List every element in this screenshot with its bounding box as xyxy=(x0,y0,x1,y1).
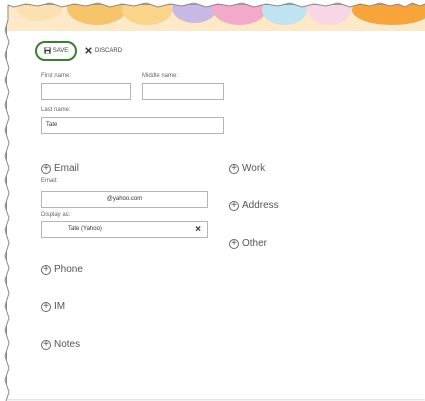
banner-blob xyxy=(122,5,172,25)
banner-blob xyxy=(67,5,127,25)
im-section-label: IM xyxy=(54,301,66,312)
plus-circle-icon: + xyxy=(229,200,239,211)
notes-section-label: Notes xyxy=(54,339,81,350)
email-field[interactable]: @yahoo.com xyxy=(41,191,208,208)
middle-name-label: Middle name: xyxy=(142,73,179,79)
last-name-label: Last name: xyxy=(41,107,71,113)
plus-circle-icon: + xyxy=(229,238,239,249)
floppy-disk-icon xyxy=(44,46,51,56)
display-as-label: Display as: xyxy=(41,212,71,218)
middle-name-field[interactable] xyxy=(142,83,224,100)
last-name-field[interactable]: Tate xyxy=(41,117,224,134)
save-label: SAVE xyxy=(52,48,69,54)
add-email-button[interactable]: + Email xyxy=(41,163,79,174)
banner-blob xyxy=(17,5,62,21)
plus-circle-icon: + xyxy=(41,264,51,275)
plus-circle-icon: + xyxy=(229,163,239,174)
first-name-field[interactable] xyxy=(41,83,131,100)
save-button[interactable]: SAVE xyxy=(35,41,77,61)
add-notes-button[interactable]: + Notes xyxy=(41,339,80,350)
add-other-button[interactable]: + Other xyxy=(229,238,267,249)
other-section-label: Other xyxy=(242,238,268,249)
phone-section-label: Phone xyxy=(54,264,83,275)
add-im-button[interactable]: + IM xyxy=(41,301,65,312)
display-as-field[interactable]: Tate (Yahoo) × xyxy=(41,221,208,238)
first-name-label: First name: xyxy=(41,73,72,79)
close-icon xyxy=(85,46,92,56)
plus-circle-icon: + xyxy=(41,163,51,174)
address-section-label: Address xyxy=(242,200,279,211)
email-section-label: Email xyxy=(54,163,80,174)
plus-circle-icon: + xyxy=(41,339,51,350)
banner-blob xyxy=(307,5,352,25)
plus-circle-icon: + xyxy=(41,301,51,312)
email-label: Email: xyxy=(41,178,58,184)
decorative-banner xyxy=(7,5,425,31)
add-phone-button[interactable]: + Phone xyxy=(41,264,83,275)
banner-blob xyxy=(262,5,307,25)
discard-button[interactable]: DISCARD xyxy=(85,44,122,58)
add-address-button[interactable]: + Address xyxy=(229,200,279,211)
banner-blob xyxy=(212,5,267,25)
clear-icon[interactable]: × xyxy=(195,222,201,237)
display-as-value: Tate (Yahoo) xyxy=(68,226,102,232)
add-work-button[interactable]: + Work xyxy=(229,163,265,174)
discard-label: DISCARD xyxy=(95,48,123,54)
work-section-label: Work xyxy=(242,163,266,174)
banner-blob xyxy=(172,5,217,23)
contact-edit-window: SAVE DISCARD First name: Middle name: La… xyxy=(6,4,425,399)
banner-blob xyxy=(352,5,425,25)
